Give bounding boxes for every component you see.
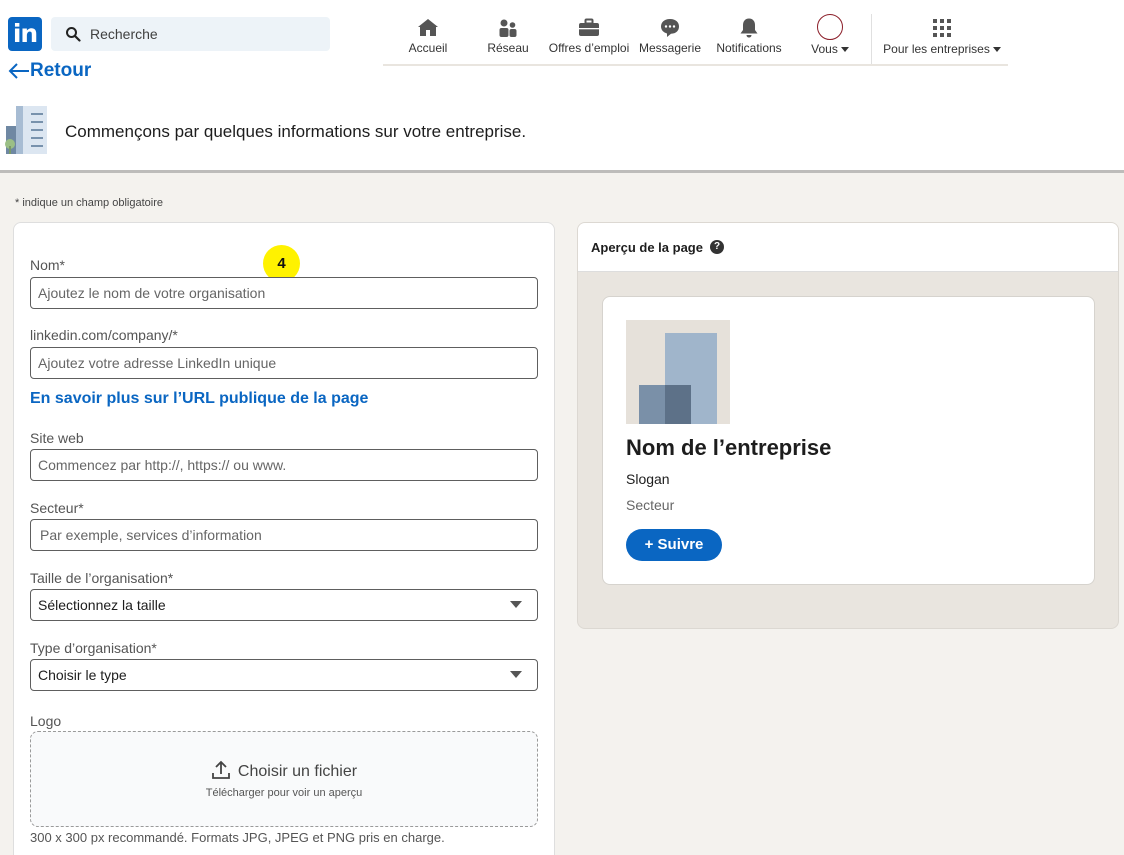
required-note: * indique un champ obligatoire — [15, 197, 163, 209]
company-logo-placeholder — [626, 320, 730, 424]
linkedin-logo[interactable]: in — [8, 17, 42, 51]
preview-header: Aperçu de la page ? — [578, 223, 1118, 272]
upload-hint: 300 x 300 px recommandé. Formats JPG, JP… — [30, 830, 445, 845]
logo-label: Logo — [30, 713, 62, 729]
nav-jobs-label: Offres d’emploi — [548, 41, 630, 55]
chat-icon — [661, 19, 679, 37]
preview-sector: Secteur — [626, 497, 675, 513]
type-select-value: Choisir le type — [38, 667, 127, 683]
sector-input[interactable] — [30, 519, 538, 551]
name-label: Nom* — [30, 257, 66, 273]
size-label: Taille de l’organisation* — [30, 570, 174, 586]
page-header — [0, 66, 1124, 170]
nav-business[interactable]: Pour les entreprises — [880, 16, 1004, 60]
building-icon — [5, 106, 47, 154]
chevron-down-icon — [840, 47, 849, 53]
nav-home-label: Accueil — [408, 41, 448, 55]
type-select[interactable]: Choisir le type — [30, 659, 538, 691]
top-navbar: in Accueil Réseau Offres d’emploi Messag… — [0, 0, 1124, 66]
people-icon — [499, 19, 517, 37]
size-select-value: Sélectionnez la taille — [38, 597, 166, 613]
avatar[interactable] — [817, 14, 843, 40]
nav-messaging-label: Messagerie — [638, 41, 702, 55]
home-icon — [418, 19, 438, 36]
back-label: Retour — [30, 60, 92, 81]
search-icon — [66, 27, 81, 42]
nav-network-label: Réseau — [487, 41, 529, 55]
website-input[interactable] — [30, 449, 538, 481]
logo-upload-area[interactable]: Choisir un fichier Télécharger pour voir… — [30, 731, 538, 827]
search-input[interactable] — [90, 17, 320, 51]
help-icon[interactable]: ? — [710, 240, 724, 254]
chevron-down-icon — [992, 47, 1001, 53]
preview-title: Aperçu de la page — [591, 240, 703, 255]
linkedin-url-input[interactable] — [30, 347, 538, 379]
choose-file-button[interactable]: Choisir un fichier — [31, 760, 537, 781]
search-box[interactable] — [51, 17, 330, 51]
upload-subtext: Télécharger pour voir un aperçu — [205, 787, 363, 799]
learn-more-link[interactable]: En savoir plus sur l’URL publique de la … — [30, 390, 368, 408]
grid-icon — [933, 19, 951, 37]
back-link[interactable]: Retour — [8, 60, 91, 82]
building-placeholder-icon — [639, 333, 717, 424]
size-select[interactable]: Sélectionnez la taille — [30, 589, 538, 621]
preview-slogan: Slogan — [626, 471, 670, 487]
arrow-left-icon — [8, 63, 29, 79]
nav-notifications[interactable]: Notifications — [712, 16, 786, 60]
company-name-input[interactable] — [30, 277, 538, 309]
nav-divider — [871, 14, 872, 64]
header-divider — [0, 170, 1124, 173]
choose-file-label: Choisir un fichier — [237, 763, 358, 780]
nav-jobs[interactable]: Offres d’emploi — [546, 16, 632, 60]
nav-messaging[interactable]: Messagerie — [638, 16, 702, 60]
nav-me[interactable]: Vous — [801, 14, 859, 60]
intro-text: Commençons par quelques informations sur… — [65, 122, 527, 141]
follow-button[interactable]: + Suivre — [626, 529, 722, 561]
nav-network[interactable]: Réseau — [484, 16, 532, 60]
url-label: linkedin.com/company/* — [30, 327, 178, 343]
website-label: Site web — [30, 430, 84, 446]
nav-business-label: Pour les entreprises — [883, 42, 990, 56]
briefcase-icon — [579, 18, 599, 36]
bell-icon — [740, 18, 758, 38]
preview-company-name: Nom de l’entreprise — [626, 435, 832, 460]
type-label: Type d’organisation* — [30, 640, 157, 656]
upload-icon — [212, 760, 230, 779]
nav-me-label: Vous — [811, 42, 838, 56]
nav-home[interactable]: Accueil — [404, 16, 452, 60]
sector-label: Secteur* — [30, 500, 84, 516]
nav-notifications-label: Notifications — [716, 41, 782, 55]
dropdown-arrow-icon — [510, 601, 522, 608]
dropdown-arrow-icon — [510, 671, 522, 678]
